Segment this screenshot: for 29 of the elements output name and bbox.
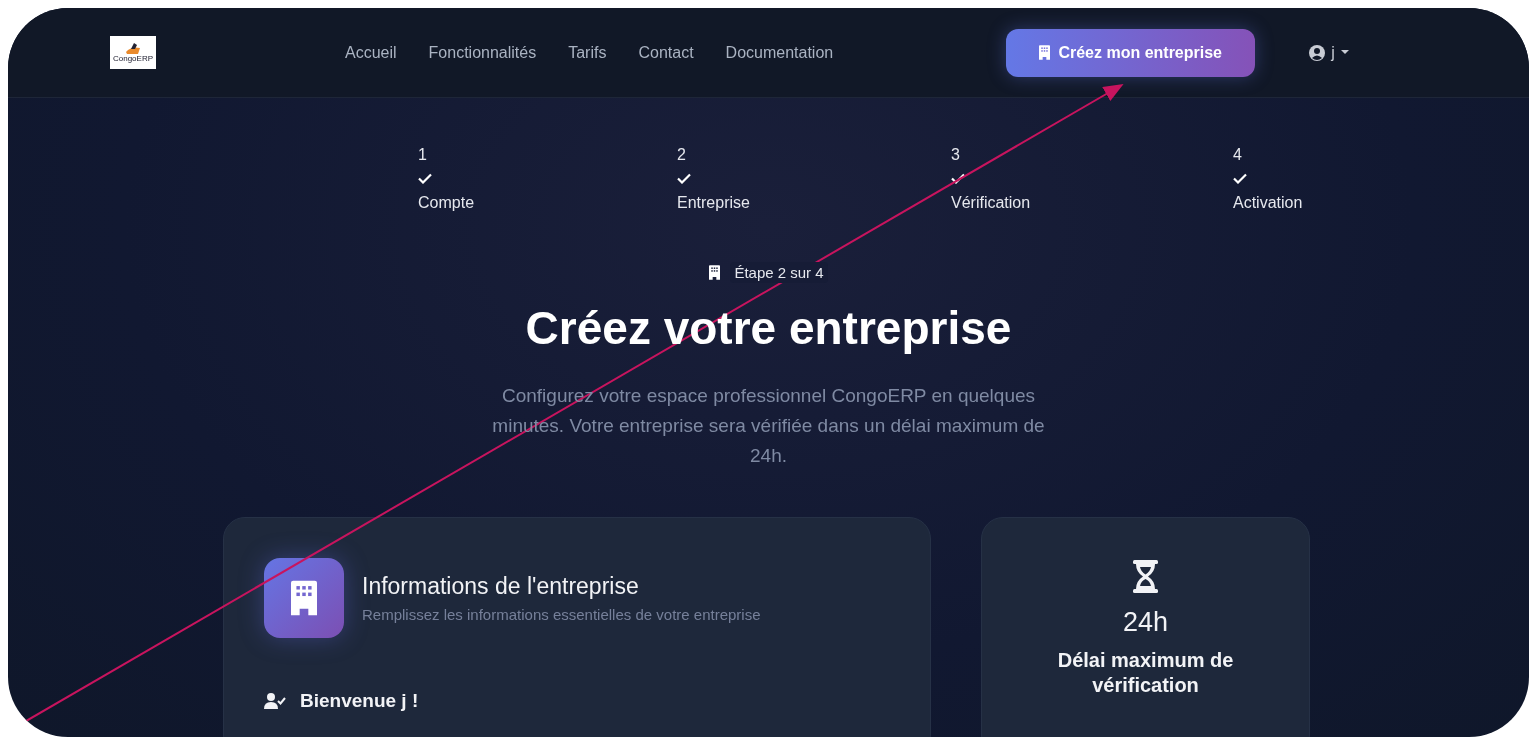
step-label: Activation — [1233, 194, 1304, 212]
building-icon — [291, 580, 317, 616]
building-icon — [1039, 45, 1051, 60]
step-indicator-label: Étape 2 sur 4 — [730, 262, 828, 283]
nav-link[interactable]: Contact — [638, 43, 694, 62]
user-menu[interactable]: j — [1303, 42, 1355, 63]
step-label: Vérification — [951, 194, 1032, 212]
building-icon — [709, 265, 721, 280]
welcome-text: Bienvenue j ! — [300, 690, 419, 712]
caret-icon — [1340, 50, 1349, 55]
hourglass-icon — [1133, 560, 1158, 593]
user-icon — [1309, 44, 1326, 61]
step-number: 4 — [1233, 146, 1243, 165]
step-number: 1 — [418, 146, 428, 165]
step-label: Compte — [418, 194, 476, 212]
nav-link[interactable]: Accueil — [345, 43, 397, 62]
step-number: 3 — [951, 146, 961, 165]
logo[interactable]: CongoERP — [110, 36, 156, 69]
nav-link[interactable]: Tarifs — [568, 43, 607, 62]
step-number: 2 — [677, 146, 687, 165]
step-label: Entreprise — [677, 194, 751, 212]
card-subtitle: Remplissez les informations essentielles de votre entreprise — [362, 606, 761, 623]
delay-value: 24h — [1122, 607, 1169, 638]
create-company-button[interactable]: Créez mon entreprise — [1006, 28, 1256, 77]
delay-label: Délai maximum de vérification — [1056, 648, 1235, 698]
nav-link[interactable]: Documentation — [725, 43, 834, 62]
card-title: Informations de l'entreprise — [362, 573, 640, 600]
nav-link[interactable]: Fonctionnalités — [428, 43, 537, 62]
user-check-icon — [264, 693, 286, 709]
